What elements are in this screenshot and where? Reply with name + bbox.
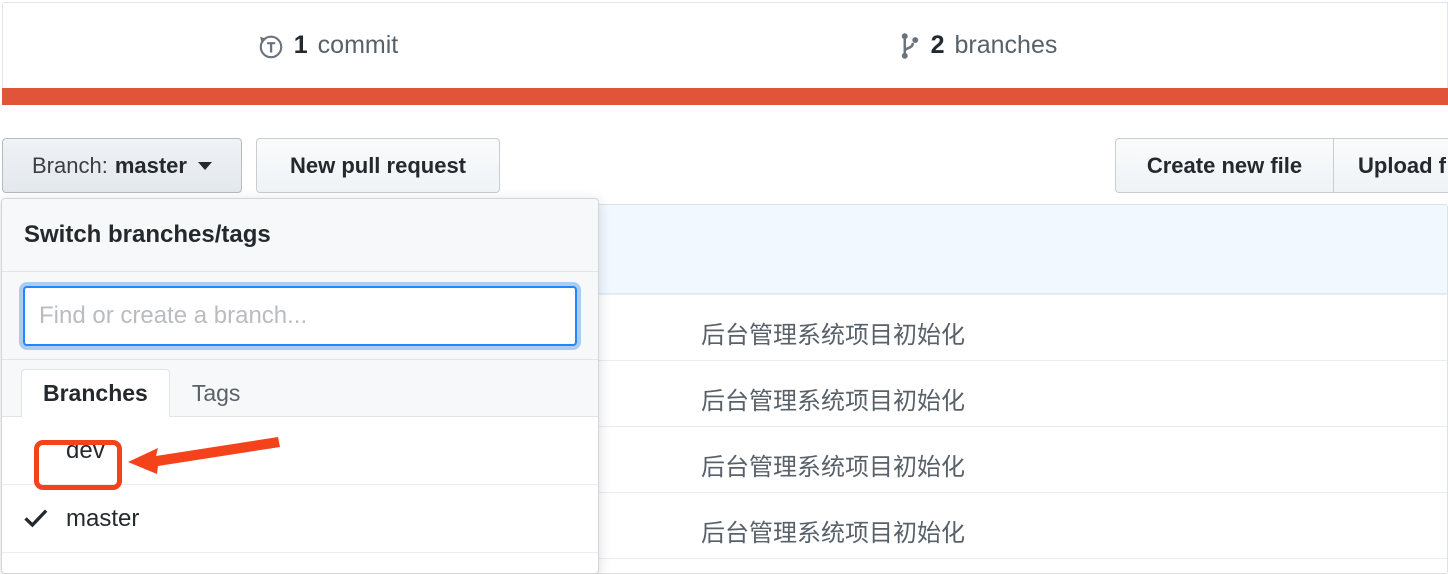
commit-message[interactable]: 后台管理系统项目初始化 — [701, 513, 965, 548]
branch-current-label: master — [114, 152, 187, 178]
branch-item-label: master — [66, 504, 140, 532]
dropdown-title: Switch branches/tags — [2, 199, 598, 272]
branch-label: branches — [954, 31, 1058, 59]
chevron-down-icon — [197, 161, 212, 170]
commit-message[interactable]: 后台管理系统项目初始化 — [701, 447, 965, 482]
upload-files-button[interactable]: Upload f — [1333, 138, 1448, 193]
history-icon — [258, 33, 284, 59]
orange-accent-bar — [2, 88, 1448, 105]
git-branch-icon — [899, 32, 921, 60]
commit-message[interactable]: 后台管理系统项目初始化 — [701, 315, 965, 350]
commit-message[interactable]: 后台管理系统项目初始化 — [701, 381, 965, 416]
branches-stat[interactable]: 2 branches — [653, 31, 1303, 60]
tab-branches[interactable]: Branches — [21, 369, 170, 417]
dropdown-tabs: Branches Tags — [2, 360, 598, 417]
branch-item-dev[interactable]: dev — [2, 417, 598, 485]
tab-tags[interactable]: Tags — [170, 369, 263, 417]
branch-prefix-label: Branch: — [32, 152, 108, 178]
branch-count: 2 — [930, 31, 945, 59]
new-pull-request-button[interactable]: New pull request — [256, 138, 500, 193]
commit-label: commit — [317, 31, 399, 59]
check-icon — [24, 507, 56, 531]
branch-filter-input[interactable] — [23, 285, 577, 346]
commits-stat[interactable]: 1 commit — [3, 31, 653, 60]
repo-stats-bar: 1 commit 2 branches — [2, 2, 1448, 88]
commit-count: 1 — [293, 31, 308, 59]
repo-toolbar: Branch: master New pull request Create n… — [0, 138, 1448, 196]
branch-item-label: dev — [66, 436, 105, 464]
branch-filter-row — [2, 272, 598, 360]
create-new-file-button[interactable]: Create new file — [1115, 138, 1333, 193]
branch-item-master[interactable]: master — [2, 485, 598, 553]
branch-dropdown-panel: Switch branches/tags Branches Tags dev m… — [1, 198, 599, 574]
branch-selector-button[interactable]: Branch: master — [2, 138, 242, 193]
